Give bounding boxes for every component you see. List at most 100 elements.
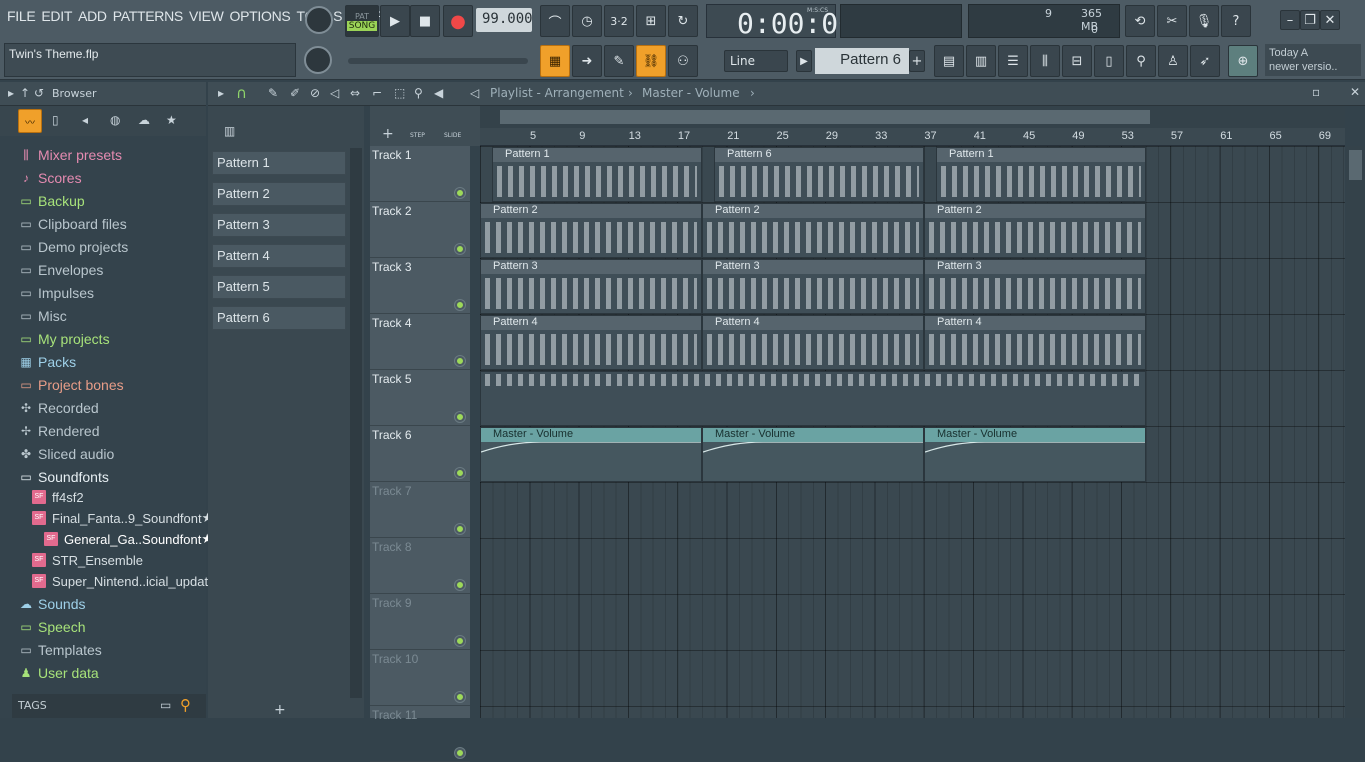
browser-item-9[interactable]: ▦ Packs — [18, 351, 76, 373]
pen-button[interactable]: ✎ — [604, 45, 634, 77]
browser-item-after-1[interactable]: ▭ Speech — [18, 616, 85, 638]
cut-button[interactable]: ✂ — [1157, 5, 1187, 37]
paint-tool-icon[interactable]: ✐ — [290, 86, 300, 100]
select-tool-icon[interactable]: ⬚ — [394, 86, 405, 100]
position-slider[interactable] — [348, 58, 528, 64]
track-header[interactable]: Track 11 — [370, 706, 470, 762]
pattern-item[interactable]: Pattern 4 — [212, 244, 346, 268]
pattern-selector[interactable]: Pattern 6 — [815, 48, 909, 74]
add-track-icon[interactable]: + — [382, 126, 394, 142]
slice-tool-icon[interactable]: ⌐ — [372, 86, 382, 100]
playlist-button[interactable]: ▤ — [934, 45, 964, 77]
playlist-clip[interactable]: Pattern 4 — [702, 315, 924, 370]
soundfont-item[interactable]: SF Super_Nintend..icial_update — [32, 571, 215, 591]
browser-tab-favorites-icon[interactable]: ★ — [166, 113, 177, 127]
playlist-clip[interactable]: Master - Volume — [702, 427, 924, 482]
track-header[interactable]: Track 6 — [370, 426, 470, 482]
timeline-ruler[interactable]: 5 9 13 17 21 25 29 33 37 41 45 49 53 57 61 65 69 — [480, 128, 1345, 146]
plugin-button[interactable]: ⚲ — [1126, 45, 1156, 77]
menu-add[interactable]: ADD — [75, 8, 110, 24]
countdown-button[interactable]: 3·2 — [604, 5, 634, 37]
browser-arrow-icon[interactable]: ▸ — [8, 86, 14, 100]
track-led[interactable] — [455, 524, 465, 534]
menu-options[interactable]: OPTIONS — [227, 8, 294, 24]
pattern-item[interactable]: Pattern 3 — [212, 213, 346, 237]
browser-item-12[interactable]: ✢ Rendered — [18, 420, 100, 442]
piano-roll-view-button[interactable]: ☰ — [998, 45, 1028, 77]
tags-folder-icon[interactable]: ▭ — [160, 698, 171, 712]
loop-record-button[interactable]: ↻ — [668, 5, 698, 37]
restore-button[interactable]: ❐ — [1300, 10, 1320, 30]
browser-item-4[interactable]: ▭ Demo projects — [18, 236, 128, 258]
track-header[interactable]: Track 5 — [370, 370, 470, 426]
stop-button[interactable]: ■ — [410, 5, 440, 37]
browser-item-5[interactable]: ▭ Envelopes — [18, 259, 103, 281]
pattern-prev-button[interactable]: ▶ — [796, 50, 812, 72]
tempo-display[interactable]: 99.000 — [476, 8, 533, 32]
breadcrumb-2[interactable]: Master - Volume — [642, 86, 740, 100]
vertical-scrollbar[interactable] — [1346, 146, 1365, 718]
track-header[interactable]: Track 2 — [370, 202, 470, 258]
pattern-item[interactable]: Pattern 1 — [212, 151, 346, 175]
playlist-grid[interactable]: Pattern 1 Pattern 6 Pattern 1 Pattern 2 Patt… — [480, 146, 1345, 718]
breadcrumb-1[interactable]: Playlist - Arrangement — [490, 86, 624, 100]
playlist-clip[interactable]: Pattern 1 — [936, 147, 1146, 202]
track-led[interactable] — [455, 356, 465, 366]
next-button[interactable]: ➜ — [572, 45, 602, 77]
playlist-clip[interactable]: Pattern 2 — [480, 203, 702, 258]
browser-item-2[interactable]: ▭ Backup — [18, 190, 84, 212]
playlist-clip[interactable]: Master - Volume — [924, 427, 1146, 482]
browser-back-icon[interactable]: ↺ — [34, 86, 44, 100]
track-header[interactable]: Track 8 — [370, 538, 470, 594]
playlist-clip[interactable]: Master - Volume — [480, 427, 702, 482]
playlist-clip[interactable]: Pattern 3 — [924, 259, 1146, 314]
pattern-item[interactable]: Pattern 6 — [212, 306, 346, 330]
track-header[interactable]: Track 10 — [370, 650, 470, 706]
master-pitch-knob[interactable] — [304, 46, 332, 74]
maximize-playlist-icon[interactable]: ▫ — [1312, 85, 1320, 99]
shop-button[interactable]: ⊕ — [1228, 45, 1258, 77]
project-name[interactable]: Twin's Theme.flp — [4, 43, 296, 77]
piano-roll-button[interactable]: ▦ — [540, 45, 570, 77]
browser-item-1[interactable]: ♪ Scores — [18, 167, 82, 189]
soundfont-item[interactable]: SF STR_Ensemble — [32, 550, 143, 570]
playlist-clip[interactable]: Pattern 6 — [714, 147, 924, 202]
horizontal-scrollbar[interactable] — [480, 106, 1345, 128]
add-picker-icon[interactable]: + — [274, 702, 286, 718]
search-icon[interactable]: ⚲ — [180, 696, 191, 714]
pat-song-toggle[interactable]: PAT SONG — [345, 5, 379, 37]
magnet-icon[interactable]: ∩ — [236, 84, 247, 102]
browser-tab-files-icon[interactable]: ▯ — [52, 113, 59, 127]
browser-item-11[interactable]: ✣ Recorded — [18, 397, 99, 419]
track-led[interactable] — [455, 188, 465, 198]
vscroll-thumb[interactable] — [1349, 150, 1362, 180]
menu-patterns[interactable]: PATTERNS — [110, 8, 186, 24]
record-button[interactable]: ● — [443, 5, 473, 37]
share-button[interactable]: ➶ — [1190, 45, 1220, 77]
track-led[interactable] — [455, 580, 465, 590]
browser-button[interactable]: ⊟ — [1062, 45, 1092, 77]
track-header[interactable]: Track 7 — [370, 482, 470, 538]
browser-item-14[interactable]: ▭ Soundfonts — [18, 466, 109, 488]
browser-item-8[interactable]: ▭ My projects — [18, 328, 109, 350]
close-button[interactable]: ✕ — [1320, 10, 1340, 30]
soundfont-item[interactable]: SF ff4sf2 — [32, 487, 84, 507]
stamp-button[interactable]: ⚇ — [668, 45, 698, 77]
browser-item-3[interactable]: ▭ Clipboard files — [18, 213, 126, 235]
track-led[interactable] — [455, 412, 465, 422]
playlist-arrow-icon[interactable]: ▸ — [218, 86, 224, 100]
track-header[interactable]: Track 3 — [370, 258, 470, 314]
play-button[interactable]: ▶ — [380, 5, 410, 37]
playlist-clip[interactable]: Pattern 2 — [702, 203, 924, 258]
playlist-clip[interactable]: Pattern 4 — [924, 315, 1146, 370]
undo-button[interactable]: ⟲ — [1125, 5, 1155, 37]
picker-scrollbar[interactable] — [350, 148, 362, 698]
menu-file[interactable]: FILE — [4, 8, 38, 24]
playback-tool-icon[interactable]: ◀ — [434, 86, 443, 100]
track-led[interactable] — [455, 636, 465, 646]
wait-button[interactable]: ◷ — [572, 5, 602, 37]
track-header[interactable]: Track 1 — [370, 146, 470, 202]
playlist-clip[interactable]: Pattern 3 — [702, 259, 924, 314]
draw-tool-icon[interactable]: ✎ — [268, 86, 278, 100]
track-led[interactable] — [455, 300, 465, 310]
